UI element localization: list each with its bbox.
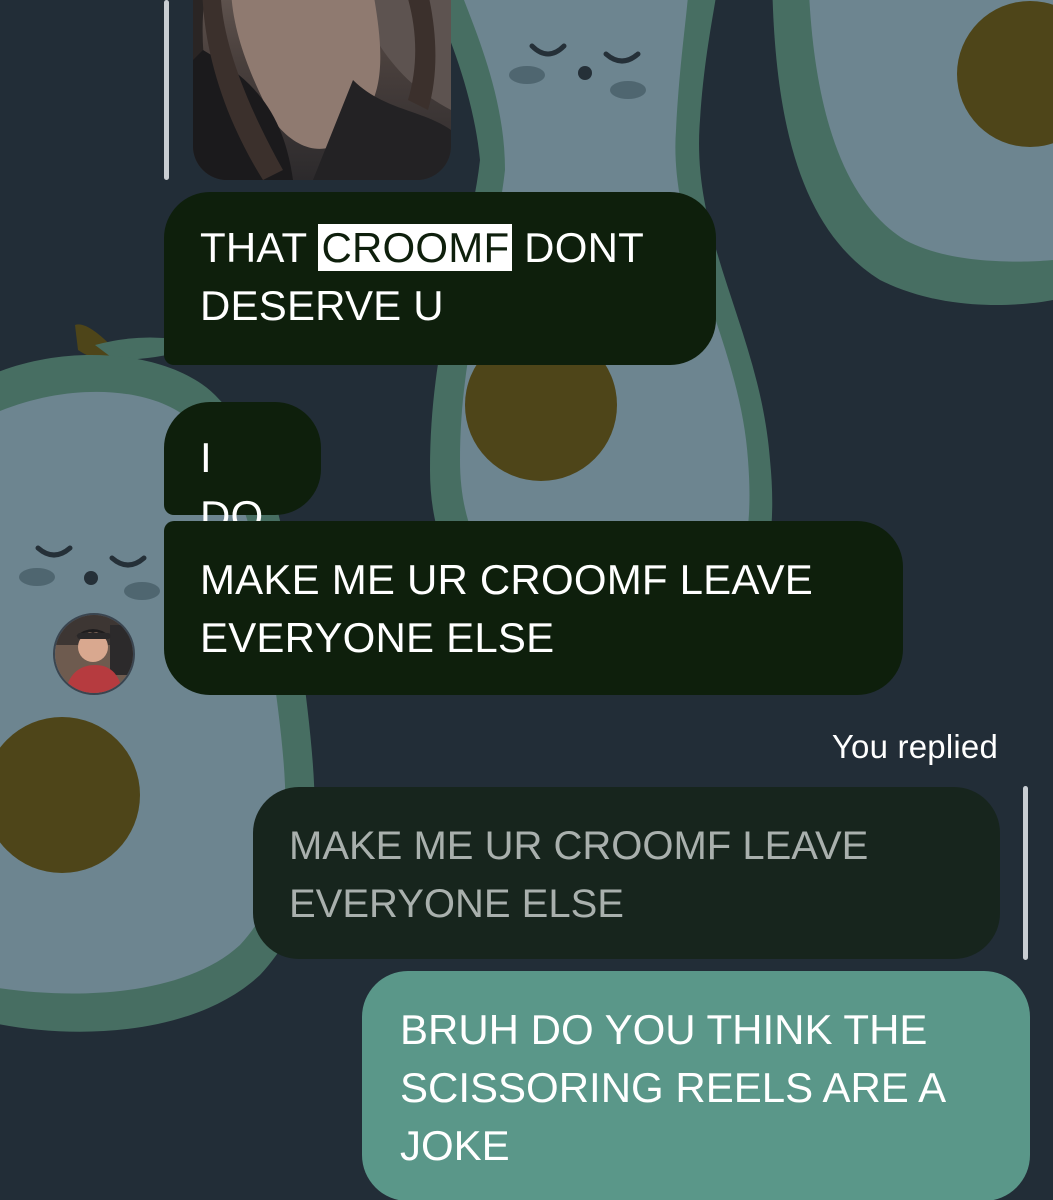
selected-word-highlight: CROOMF [318, 224, 513, 271]
chat-screen: THAT CROOMF DONT DESERVE U I DO MAKE ME … [0, 0, 1053, 1200]
reply-thread-bar [1023, 786, 1028, 960]
quoted-message-bubble[interactable]: MAKE ME UR CROOMF LEAVE EVERYONE ELSE [253, 787, 1000, 959]
message-text: THAT [200, 224, 319, 271]
incoming-message-bubble[interactable]: MAKE ME UR CROOMF LEAVE EVERYONE ELSE [164, 521, 903, 695]
photo-content [193, 0, 451, 180]
sender-avatar[interactable] [53, 613, 135, 695]
reply-thread-bar [164, 0, 169, 180]
incoming-message-bubble[interactable]: I DO [164, 402, 321, 539]
incoming-message-bubble[interactable]: THAT CROOMF DONT DESERVE U [164, 192, 716, 365]
reply-label: You replied [831, 728, 998, 765]
shared-photo-attachment[interactable] [193, 0, 451, 180]
message-text: BRUH DO YOU THINK THE SCISSORING REELS A… [400, 1006, 944, 1169]
outgoing-message-bubble[interactable]: BRUH DO YOU THINK THE SCISSORING REELS A… [362, 971, 1030, 1200]
quoted-text: MAKE ME UR CROOMF LEAVE EVERYONE ELSE [289, 824, 869, 926]
message-text: MAKE ME UR CROOMF LEAVE EVERYONE ELSE [200, 556, 813, 661]
avocado-shape [772, 0, 1053, 305]
